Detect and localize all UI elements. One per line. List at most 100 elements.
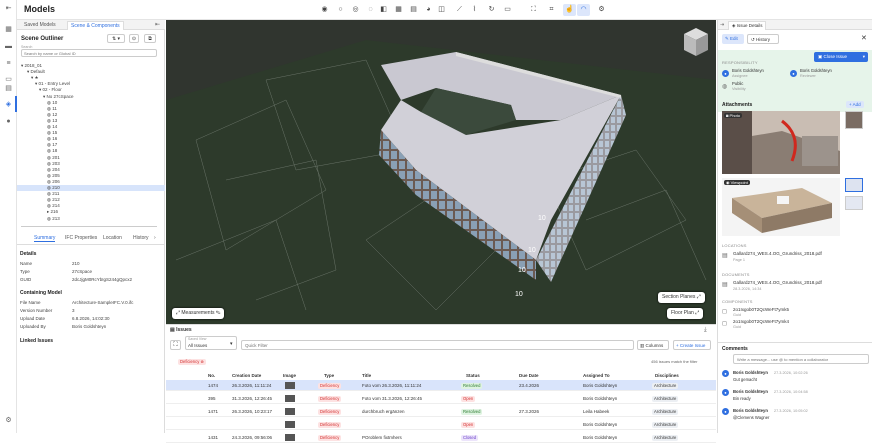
tabs-next-icon[interactable]: › <box>154 235 156 241</box>
cursor-icon[interactable]: ☝ <box>563 4 576 16</box>
column-header[interactable]: Type <box>324 373 334 378</box>
eye-off-icon[interactable]: ◉ <box>318 4 331 16</box>
tree-item[interactable]: ◍ 13 <box>17 118 165 124</box>
measure-icon[interactable]: ⟋ <box>453 4 466 16</box>
ghost-icon[interactable]: ◌ <box>364 4 377 16</box>
measurements-button[interactable]: ⤢ Measurements ✎ <box>172 308 225 319</box>
tree-item[interactable]: ▾ ★ <box>17 75 165 81</box>
photo-attachment[interactable]: ◙ Photo <box>722 111 840 174</box>
tree-item[interactable]: ◍ 211 <box>17 191 165 197</box>
layers-icon[interactable]: ≡ <box>4 59 13 68</box>
tree-item[interactable]: ◍ 14 <box>17 124 165 130</box>
document-file[interactable]: Gallard274_WES.4.OG_Grundriss_2018.pdf <box>733 280 822 285</box>
frame-icon[interactable]: ⛶ <box>527 4 540 16</box>
table-row[interactable]: 1471 26.3.2026, 10:23:17 Deficiency durchbr… <box>166 406 716 417</box>
tab-issue-details[interactable]: ◈ Issue Details <box>728 21 767 30</box>
3d-viewport[interactable]: 10 10 10 10 ⤢ Measurements ✎ Section Pla… <box>166 20 716 324</box>
vr-icon[interactable]: ◠ <box>577 4 590 16</box>
tab-location[interactable]: Location <box>103 235 122 241</box>
tree-item[interactable]: ◍ 210 <box>17 185 165 191</box>
component-guid[interactable]: 2o1Ixgob0T2QcWeFt7ymk5 <box>733 307 789 312</box>
download-icon[interactable]: ⤓ <box>704 327 707 334</box>
copy-icon[interactable]: ⧉ <box>144 34 156 43</box>
photo-thumbnail[interactable] <box>845 111 863 129</box>
issue-title[interactable]: durchbruch ergänzen <box>362 406 405 417</box>
issue-thumbnail[interactable] <box>285 421 295 428</box>
viewpoint-attachment[interactable]: ◉ Viewpoint <box>722 178 840 236</box>
issue-title[interactable]: Foto vom 31.3.2026, 12:26:45 <box>362 393 422 404</box>
component-guid[interactable]: 2o1Ixgob0T2QcWeFt7ymk4 <box>733 319 789 324</box>
issue-thumbnail[interactable] <box>285 395 295 402</box>
filter-dropdown[interactable]: ⇅ ▾ <box>107 34 125 43</box>
split-view-icon[interactable]: ◧ <box>377 4 390 16</box>
inbox-icon[interactable]: ▭ <box>4 75 13 84</box>
folder-icon[interactable]: ▬ <box>4 42 13 51</box>
grid-view-icon[interactable]: ▦ <box>392 4 405 16</box>
expand-icon[interactable]: ⛶ <box>170 340 181 350</box>
column-header[interactable]: Image <box>283 373 296 378</box>
comment-input[interactable] <box>733 354 869 364</box>
tree-item[interactable]: ◍ 212 <box>17 197 165 203</box>
tree-item[interactable]: ▾ 01 - Entry Level <box>17 81 165 87</box>
column-header[interactable]: No. <box>208 373 215 378</box>
tree-item[interactable]: ▾ Default <box>17 69 165 75</box>
tab-summary[interactable]: Summary <box>34 235 56 242</box>
column-header[interactable]: Status <box>466 373 480 378</box>
section-planes-button[interactable]: Section Planes ⤢ <box>658 292 705 303</box>
history-button[interactable]: ↺ History <box>747 34 779 44</box>
issue-title[interactable]: Foto vom 26.3.2026, 11:11:24 <box>362 380 421 391</box>
tree-scrollbar[interactable] <box>21 226 157 227</box>
tree-item[interactable]: ◍ 17 <box>17 142 165 148</box>
create-issue-button[interactable]: + Create Issue <box>673 340 711 350</box>
tree-item[interactable]: ▸ 216 <box>17 209 165 215</box>
tree-item[interactable]: ◍ 15 <box>17 130 165 136</box>
tree-item[interactable]: ◍ 206 <box>17 179 165 185</box>
column-header[interactable]: Disciplines <box>655 373 679 378</box>
filter-chip[interactable]: Deficiency ⊗ <box>178 359 207 365</box>
close-icon[interactable]: ✕ <box>861 34 867 42</box>
eye-icon[interactable]: ◎ <box>349 4 362 16</box>
tree-item[interactable]: ▾ No 27cSpace <box>17 94 165 100</box>
column-header[interactable]: Due Date <box>519 373 539 378</box>
columns-button[interactable]: ▥ Columns <box>637 340 669 350</box>
tree-item[interactable]: ◍ 12 <box>17 112 165 118</box>
paint-icon[interactable]: ◕ <box>422 4 435 16</box>
issue-title[interactable]: POroblem fixtmhers <box>362 432 402 443</box>
dashboard-icon[interactable]: ▦ <box>4 25 13 34</box>
table-row[interactable]: 395 31.3.2026, 12:26:45 Deficiency Foto vom… <box>166 393 716 404</box>
issues-tab[interactable]: ▤ Issues <box>170 327 192 333</box>
floor-plan-button[interactable]: Floor Plan ⤢ <box>667 308 704 319</box>
table-row[interactable]: 1474 26.3.2026, 11:11:24 Deficiency Foto vo… <box>166 380 716 391</box>
add-attachment-button[interactable]: + Add <box>846 101 864 108</box>
tree-item[interactable]: ◍ 10 <box>17 100 165 106</box>
visibility-value[interactable]: Public <box>732 81 743 86</box>
outliner-search-input[interactable] <box>21 49 157 57</box>
tree-item[interactable]: ▾ 02 - Floor <box>17 87 165 93</box>
tab-history[interactable]: History <box>133 235 149 241</box>
tree-item[interactable]: ◍ 18 <box>17 148 165 154</box>
tree-item[interactable]: ◍ 16 <box>17 136 165 142</box>
tree-item[interactable]: ◍ 204 <box>17 167 165 173</box>
tab-scene-components[interactable]: Scene & Components <box>67 21 124 30</box>
settings-icon[interactable]: ⚙ <box>4 416 13 425</box>
issue-thumbnail[interactable] <box>285 434 295 441</box>
tree-item[interactable]: ◍ 203 <box>17 161 165 167</box>
table-icon[interactable]: ▤ <box>407 4 420 16</box>
edit-button[interactable]: ✎ Edit <box>722 34 744 44</box>
table-row[interactable]: Deficiency Open Boris Goldshteyn Architectu… <box>166 419 716 430</box>
close-issue-button[interactable]: ▣ Close Issue ▾ <box>814 52 868 62</box>
tab-saved-models[interactable]: Saved Models <box>21 21 59 30</box>
quick-filter-input[interactable] <box>241 340 634 350</box>
saved-view-select[interactable]: Saved View All Issues ▾ <box>185 336 237 350</box>
calendar-icon[interactable]: ▤ <box>4 84 13 93</box>
issue-thumbnail[interactable] <box>285 408 295 415</box>
viewpoint-thumbnail[interactable] <box>845 196 863 210</box>
table-row[interactable]: 1431 24.3.2026, 09:56:06 Deficiency POroble… <box>166 432 716 443</box>
gear-icon[interactable]: ⚙ <box>595 4 608 16</box>
column-header[interactable]: Title <box>362 373 371 378</box>
signal-icon[interactable]: ⌇ <box>468 4 481 16</box>
camera-icon[interactable]: ▭ <box>501 4 514 16</box>
tree-item[interactable]: ▾ 2018_01 <box>17 63 165 69</box>
collapse-icon[interactable]: ⇤ <box>4 4 13 13</box>
target-icon[interactable]: ⊙ <box>129 34 139 43</box>
